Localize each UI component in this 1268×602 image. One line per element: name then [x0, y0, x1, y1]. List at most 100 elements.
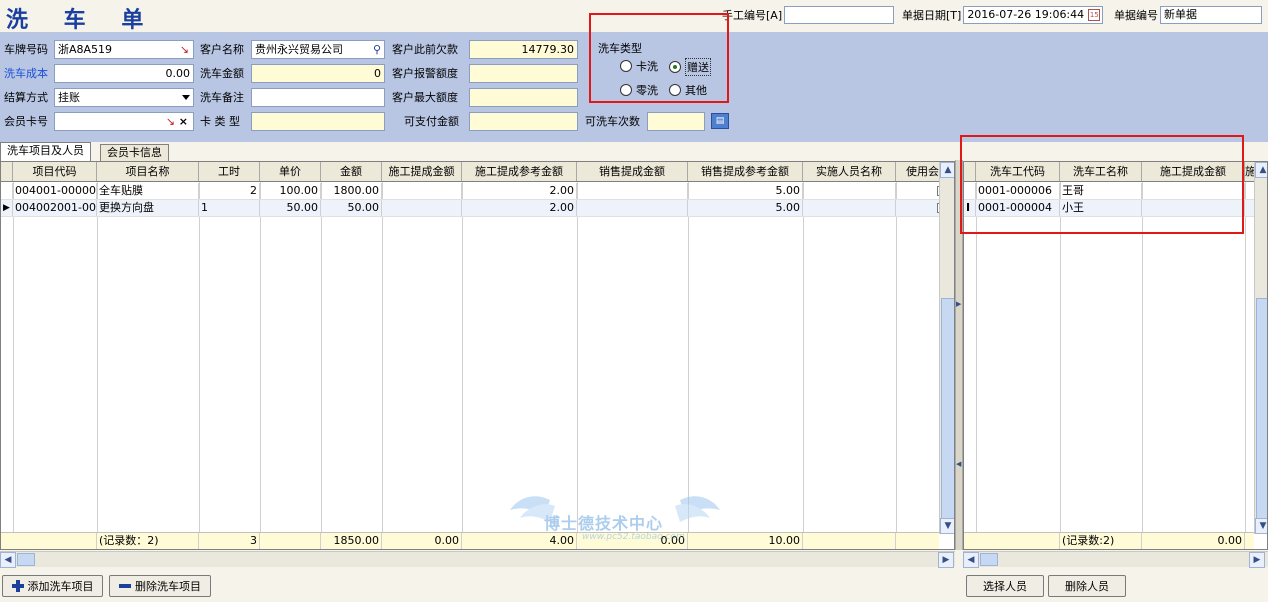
date-input[interactable]: 2016-07-26 19:06:44 15: [963, 6, 1104, 24]
select-staff-button[interactable]: 选择人员: [966, 575, 1044, 597]
cardtype-label: 卡 类 型: [200, 115, 240, 128]
customer-input[interactable]: 贵州永兴贸易公司 ⚲: [251, 40, 385, 59]
settle-label: 结算方式: [4, 91, 48, 104]
scroll-left-icon[interactable]: ◀: [0, 552, 16, 568]
add-item-label: 添加洗车项目: [27, 580, 94, 593]
scroll-right-icon[interactable]: ▶: [938, 552, 954, 568]
cell-code[interactable]: 004001-000001: [13, 183, 97, 199]
scroll-up-icon[interactable]: ▲: [1255, 162, 1267, 178]
horizontal-scrollbar[interactable]: ◀ ▶: [963, 551, 1268, 568]
col-header[interactable]: 工时: [199, 162, 260, 181]
debt-input[interactable]: 14779.30: [469, 40, 578, 59]
cost-input[interactable]: 0.00: [54, 64, 194, 83]
row-indicator: [1, 183, 13, 199]
manual-no-input[interactable]: [784, 6, 895, 24]
max-label: 客户最大额度: [392, 91, 458, 104]
cell-staff[interactable]: [803, 183, 896, 199]
date-label: 单据日期[T]: [902, 9, 962, 22]
cell-cons-ref[interactable]: 2.00: [462, 200, 577, 216]
cell-cons-comm[interactable]: [382, 200, 462, 216]
cell-sales-comm[interactable]: [577, 200, 688, 216]
scroll-thumb[interactable]: [941, 298, 954, 520]
col-header[interactable]: 施工提成参考金额: [462, 162, 577, 181]
highlight-box-staff: [960, 135, 1244, 234]
date-field: 单据日期[T] 2016-07-26 19:06:44 15: [902, 6, 1104, 24]
scroll-right-icon[interactable]: ▶: [1249, 552, 1265, 568]
cell-amount[interactable]: 1800.00: [321, 183, 382, 199]
collapse-left-icon[interactable]: ◀: [956, 460, 961, 468]
plate-value: 浙A8A519: [58, 43, 113, 56]
table-row[interactable]: 004001-000001 全车贴膜 2 100.00 1800.00 2.00…: [1, 183, 947, 200]
cell-hours[interactable]: 1: [199, 200, 260, 216]
horizontal-scrollbar[interactable]: ◀ ▶: [0, 551, 955, 568]
plate-input[interactable]: 浙A8A519 ↘: [54, 40, 194, 59]
watermark-sub: www.pc52.taobao.com: [582, 532, 685, 542]
max-input[interactable]: [469, 88, 578, 107]
tab-wash-items[interactable]: 洗车项目及人员: [0, 142, 91, 161]
remark-input[interactable]: [251, 88, 385, 107]
card-reader-icon[interactable]: ▤: [711, 113, 729, 129]
amount-input[interactable]: 0: [251, 64, 385, 83]
times-input[interactable]: [647, 112, 705, 131]
settle-select[interactable]: 挂账: [54, 88, 194, 107]
current-row-arrow-icon: ▶: [1, 200, 13, 216]
cell-staff[interactable]: [803, 200, 896, 216]
collapse-right-icon[interactable]: ▶: [956, 300, 961, 308]
items-grid-header: 项目代码 项目名称 工时 单价 金额 施工提成金额 施工提成参考金额 销售提成金…: [1, 162, 939, 182]
cardtype-input[interactable]: [251, 112, 385, 131]
col-header[interactable]: 施: [1245, 162, 1254, 181]
table-row[interactable]: ▶ 004002001-0000 更换方向盘 1 50.00 50.00 2.0…: [1, 200, 947, 217]
calendar-icon[interactable]: 15: [1088, 9, 1101, 21]
scroll-up-icon[interactable]: ▲: [940, 162, 954, 178]
col-header[interactable]: 项目名称: [97, 162, 199, 181]
lookup-icon[interactable]: ↘: [180, 41, 189, 58]
scroll-thumb[interactable]: [17, 553, 35, 566]
delete-item-button[interactable]: 删除洗车项目: [109, 575, 211, 597]
alarm-input[interactable]: [469, 64, 578, 83]
scroll-left-icon[interactable]: ◀: [963, 552, 979, 568]
vertical-scrollbar[interactable]: ▲ ▼: [939, 162, 954, 534]
footer-count: (记录数：2): [97, 533, 199, 549]
cell-amount[interactable]: 50.00: [321, 200, 382, 216]
page-title: 洗 车 单: [6, 8, 158, 33]
col-header[interactable]: 单价: [260, 162, 321, 181]
card-input[interactable]: ↘ ×: [54, 112, 194, 131]
col-header[interactable]: 金额: [321, 162, 382, 181]
manual-no-label: 手工编号[A]: [722, 9, 783, 22]
remark-label: 洗车备注: [200, 91, 244, 104]
search-icon[interactable]: ⚲: [373, 41, 381, 58]
cell-name[interactable]: 全车贴膜: [97, 183, 199, 199]
cell-price[interactable]: 100.00: [260, 183, 321, 199]
cell-price[interactable]: 50.00: [260, 200, 321, 216]
payable-label: 可支付金额: [404, 115, 459, 128]
footer-count: (记录数:2): [1060, 533, 1142, 549]
scroll-thumb[interactable]: [1256, 298, 1267, 520]
delete-staff-button[interactable]: 删除人员: [1048, 575, 1126, 597]
doc-no-input[interactable]: 新单据: [1160, 6, 1262, 24]
cell-cons-ref[interactable]: 2.00: [462, 183, 577, 199]
cell-name[interactable]: 更换方向盘: [97, 200, 199, 216]
cell-sales-ref[interactable]: 5.00: [688, 183, 803, 199]
scroll-thumb[interactable]: [980, 553, 998, 566]
clear-icon[interactable]: ×: [179, 113, 188, 130]
col-header[interactable]: 实施人员名称: [803, 162, 896, 181]
col-header[interactable]: 施工提成金额: [382, 162, 462, 181]
col-header[interactable]: 销售提成金额: [577, 162, 688, 181]
add-item-button[interactable]: 添加洗车项目: [2, 575, 103, 597]
tab-member-card[interactable]: 会员卡信息: [100, 144, 169, 161]
chevron-down-icon[interactable]: [182, 95, 190, 100]
col-header[interactable]: 项目代码: [13, 162, 97, 181]
cell-cons-comm[interactable]: [382, 183, 462, 199]
watermark: 博士德技术中心 www.pc52.taobao.com: [510, 480, 720, 550]
vertical-scrollbar[interactable]: ▲ ▼: [1254, 162, 1267, 534]
cell-sales-ref[interactable]: 5.00: [688, 200, 803, 216]
lookup-icon[interactable]: ↘: [166, 113, 175, 130]
scroll-down-icon[interactable]: ▼: [940, 518, 954, 534]
cell-code[interactable]: 004002001-0000: [13, 200, 97, 216]
cell-sales-comm[interactable]: [577, 183, 688, 199]
scroll-down-icon[interactable]: ▼: [1255, 518, 1267, 534]
col-header[interactable]: 销售提成参考金额: [688, 162, 803, 181]
card-label: 会员卡号: [4, 115, 48, 128]
cell-hours[interactable]: 2: [199, 183, 260, 199]
payable-input[interactable]: [469, 112, 578, 131]
